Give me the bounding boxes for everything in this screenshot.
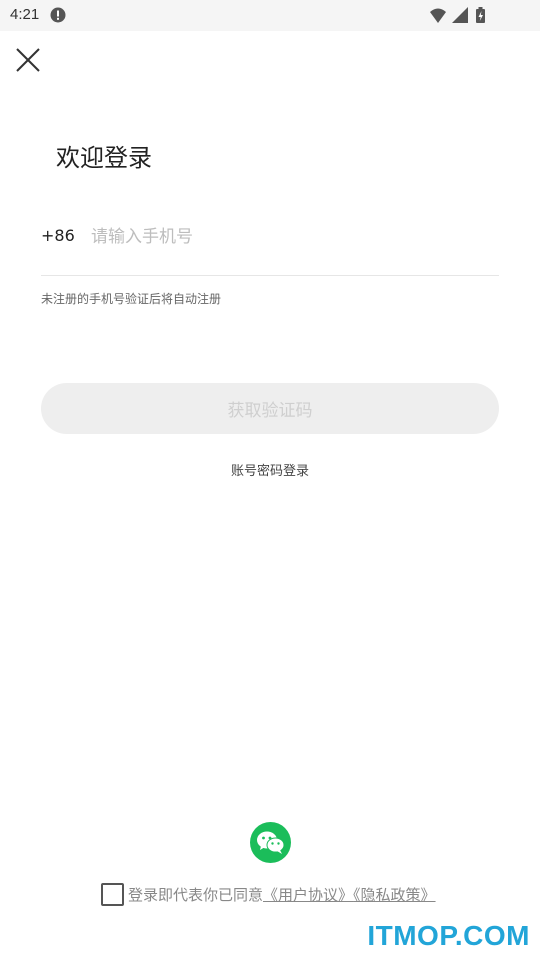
user-agreement-link[interactable]: 《用户协议》 (263, 886, 353, 904)
agree-prefix: 登录即代表你已同意 (128, 886, 264, 904)
register-hint: 未注册的手机号验证后将自动注册 (41, 292, 222, 306)
privacy-policy-link[interactable]: 《隐私政策》 (353, 886, 436, 904)
get-code-button[interactable]: 获取验证码 (41, 383, 499, 434)
alert-icon (50, 7, 66, 23)
signal-icon (452, 7, 468, 23)
close-button[interactable] (14, 46, 42, 74)
wifi-icon (430, 8, 446, 23)
status-bar: 4:21 (0, 0, 540, 31)
wechat-login-button[interactable] (250, 822, 291, 863)
close-icon (16, 48, 40, 72)
agree-checkbox[interactable] (101, 883, 124, 906)
page-title: 欢迎登录 (56, 144, 152, 172)
status-time: 4:21 (10, 6, 40, 23)
watermark-logo: ITMOP.COM (367, 920, 530, 951)
agreement-text: 登录即代表你已同意《用户协议》《隐私政策》 (128, 884, 436, 905)
wechat-icon (257, 831, 285, 854)
phone-row: +86 (41, 212, 499, 276)
battery-charging-icon (476, 7, 485, 23)
status-icons (430, 6, 510, 24)
password-login-link[interactable]: 账号密码登录 (0, 460, 540, 479)
phone-input[interactable] (91, 220, 491, 254)
country-code[interactable]: +86 (41, 226, 75, 245)
